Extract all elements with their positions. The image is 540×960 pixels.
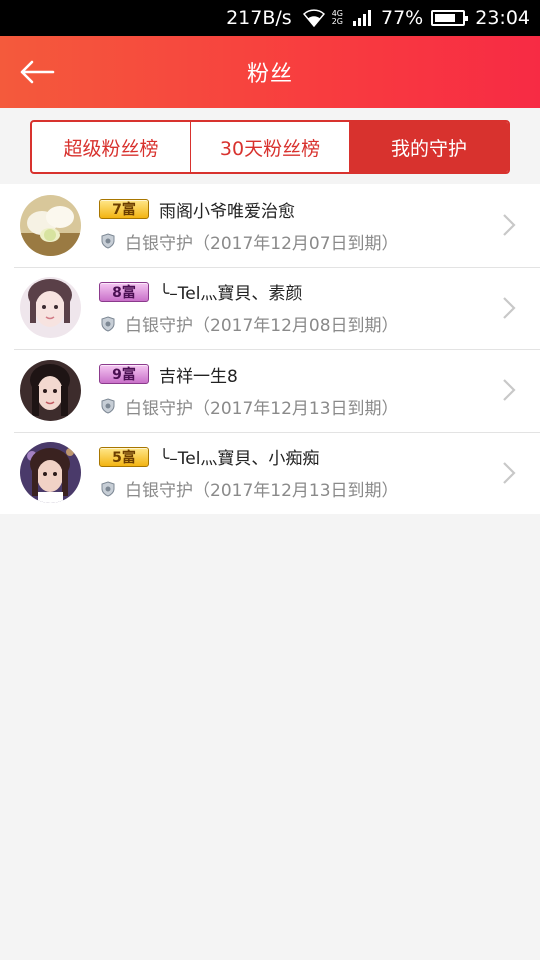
battery-fill <box>435 14 456 22</box>
list-item[interactable]: 5富 ╰–Tel灬寶貝、小痴痴 白银守护 （2017年12月13日到期） <box>0 431 540 515</box>
silver-shield-icon <box>99 232 117 250</box>
user-name: ╰–Tel灬寶貝、素颜 <box>159 284 303 305</box>
silver-shield-icon <box>99 480 117 498</box>
guard-expiry: （2017年12月08日到期） <box>193 316 399 337</box>
app-header: 粉丝 <box>0 36 540 108</box>
chevron-right-icon <box>503 214 516 236</box>
clock: 23:04 <box>475 7 530 29</box>
guard-expiry: （2017年12月13日到期） <box>193 481 399 502</box>
user-name: ╰–Tel灬寶貝、小痴痴 <box>159 449 320 470</box>
signal-icon <box>353 10 371 26</box>
list-item[interactable]: 7富 雨阁小爷唯爱治愈 白银守护 （2017年12月07日到期） <box>0 184 540 267</box>
user-name: 雨阁小爷唯爱治愈 <box>159 201 295 222</box>
user-name: 吉祥一生8 <box>159 366 238 387</box>
chevron-right-icon <box>503 461 516 484</box>
list-item[interactable]: 9富 吉祥一生8 白银守护 （2017年12月13日到期） <box>0 349 540 432</box>
wealth-level-badge: 9富 <box>99 364 149 385</box>
wifi-icon <box>302 9 326 27</box>
silver-shield-icon <box>99 315 117 333</box>
silver-shield-icon <box>99 397 117 415</box>
arrow-left-icon <box>20 60 55 84</box>
wealth-level-badge: 7富 <box>99 199 149 220</box>
tab-30-day-fans[interactable]: 30天粉丝榜 <box>190 122 349 172</box>
guard-level: 白银守护 <box>125 316 193 337</box>
guard-level: 白银守护 <box>125 398 193 419</box>
wealth-level-badge: 5富 <box>99 446 149 467</box>
page-title: 粉丝 <box>246 62 293 87</box>
wealth-level-badge: 8富 <box>99 281 149 302</box>
back-button[interactable] <box>14 52 60 92</box>
network-type: 4G 2G <box>331 9 343 26</box>
battery-icon <box>431 10 469 26</box>
avatar <box>20 359 81 421</box>
list-item[interactable]: 8富 ╰–Tel灬寶貝、素颜 白银守护 （2017年12月08日到期） <box>0 266 540 350</box>
guard-list: 7富 雨阁小爷唯爱治愈 白银守护 （2017年12月07日到期） 8富 ╰–Te… <box>0 184 540 514</box>
chevron-right-icon <box>503 296 516 319</box>
avatar <box>20 194 81 256</box>
status-bar: 217B/s 4G 2G 77% 23:04 <box>0 0 540 36</box>
guard-expiry: （2017年12月07日到期） <box>193 233 399 254</box>
guard-expiry: （2017年12月13日到期） <box>193 398 399 419</box>
battery-percent: 77% <box>381 7 424 29</box>
avatar <box>20 442 81 504</box>
guard-level: 白银守护 <box>125 481 193 502</box>
tab-super-fans[interactable]: 超级粉丝榜 <box>32 122 190 172</box>
chevron-right-icon <box>503 379 516 401</box>
ranking-tabs: 超级粉丝榜 30天粉丝榜 我的守护 <box>30 120 510 174</box>
guard-level: 白银守护 <box>125 233 193 254</box>
avatar <box>20 277 81 339</box>
tab-my-guard[interactable]: 我的守护 <box>349 122 508 172</box>
network-speed: 217B/s <box>226 7 292 29</box>
